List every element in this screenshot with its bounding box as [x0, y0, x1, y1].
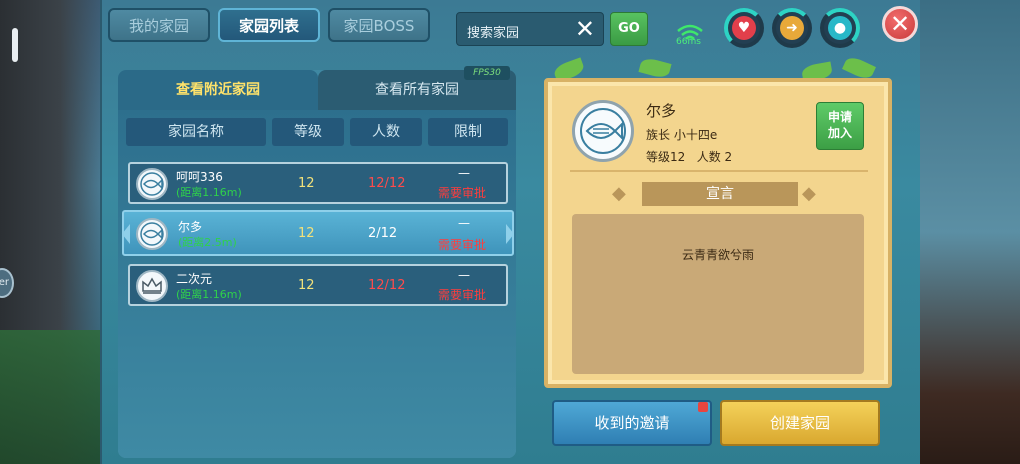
ping-value: 66ms	[676, 37, 701, 47]
home-detail-card: 尔多 族长 小十四e 等级12 人数 2 申请 加入 ◆ 宣言 ◆ 云青青欲兮雨	[544, 78, 892, 388]
row-limit-dash: —	[458, 166, 470, 180]
divider	[570, 170, 868, 172]
tab-home-list[interactable]: 家园列表	[218, 8, 320, 42]
background-floor	[0, 330, 110, 464]
row-limit: 需要审批	[438, 186, 487, 200]
side-handle[interactable]	[12, 28, 18, 62]
notification-dot	[698, 402, 708, 412]
declaration-title: 宣言	[642, 182, 798, 206]
row-count: 12/12	[368, 176, 406, 191]
ornament-left-icon: ◆	[612, 183, 626, 204]
column-count: 人数	[350, 118, 422, 146]
food-icon: ➜	[780, 16, 804, 40]
tab-nearby-homes[interactable]: 查看附近家园	[118, 70, 318, 110]
home-name: 尔多	[646, 102, 677, 120]
row-limit: 需要审批	[438, 238, 487, 252]
table-row[interactable]: 呵呵336 (距离1.16m) 12 12/12 — 需要审批	[128, 162, 508, 204]
row-level: 12	[298, 176, 315, 191]
home-list: 家园名称 等级 人数 限制 呵呵336 (距离1.16m) 12 12/12 —…	[118, 110, 516, 458]
home-leader: 族长 小十四e	[646, 128, 718, 142]
column-home-name: 家园名称	[126, 118, 266, 146]
hunger-ring: ➜	[772, 8, 812, 48]
tab-my-home[interactable]: 我的家园	[108, 8, 210, 42]
crown-emblem-icon	[136, 270, 168, 302]
column-limit: 限制	[428, 118, 508, 146]
declaration-box: 云青青欲兮雨	[572, 214, 864, 374]
row-distance: (距离2.5m)	[178, 236, 237, 249]
leaf-decoration	[638, 56, 672, 80]
close-button[interactable]: ✕	[882, 6, 918, 42]
row-level: 12	[298, 226, 315, 241]
water-ring: ●	[820, 8, 860, 48]
search-input[interactable]: 搜索家园 ✕	[456, 12, 604, 46]
row-limit-dash: —	[458, 268, 470, 282]
fish-emblem-icon	[136, 218, 168, 250]
go-button[interactable]: GO	[610, 12, 648, 46]
row-count: 12/12	[368, 278, 406, 293]
row-distance: (距离1.16m)	[176, 288, 242, 301]
fish-emblem-icon	[136, 168, 168, 200]
tab-home-boss[interactable]: 家园BOSS	[328, 8, 430, 42]
row-distance: (距离1.16m)	[176, 186, 242, 199]
row-count: 2/12	[368, 226, 398, 241]
row-home-name: 尔多	[178, 220, 203, 234]
clear-icon[interactable]: ✕	[575, 15, 595, 43]
row-limit-dash: —	[458, 216, 470, 230]
row-home-name: 呵呵336	[176, 170, 223, 184]
row-limit: 需要审批	[438, 288, 487, 302]
background-right	[910, 0, 1020, 464]
home-stats: 等级12 人数 2	[646, 150, 733, 164]
heart-icon: ♥	[732, 16, 756, 40]
home-avatar	[572, 100, 634, 162]
apply-join-button[interactable]: 申请 加入	[816, 102, 864, 150]
row-home-name: 二次元	[176, 272, 213, 286]
fps-badge: FPS30	[464, 66, 510, 80]
table-row[interactable]: 二次元 (距离1.16m) 12 12/12 — 需要审批	[128, 264, 508, 306]
ornament-right-icon: ◆	[802, 183, 816, 204]
home-window: 我的家园 家园列表 家园BOSS 搜索家园 ✕ GO 66ms ♥ ➜ ● ✕ …	[100, 0, 920, 464]
row-level: 12	[298, 278, 315, 293]
home-list-panel: 查看附近家园 查看所有家园 FPS30 家园名称 等级 人数 限制 呵呵336 …	[118, 66, 516, 458]
health-ring: ♥	[724, 8, 764, 48]
received-invites-button[interactable]: 收到的邀请	[552, 400, 712, 446]
create-home-button[interactable]: 创建家园	[720, 400, 880, 446]
declaration-text: 云青青欲兮雨	[681, 248, 754, 262]
column-level: 等级	[272, 118, 344, 146]
water-icon: ●	[828, 16, 852, 40]
search-placeholder: 搜索家园	[467, 26, 520, 41]
table-row[interactable]: 尔多 (距离2.5m) 12 2/12 — 需要审批	[122, 210, 514, 256]
